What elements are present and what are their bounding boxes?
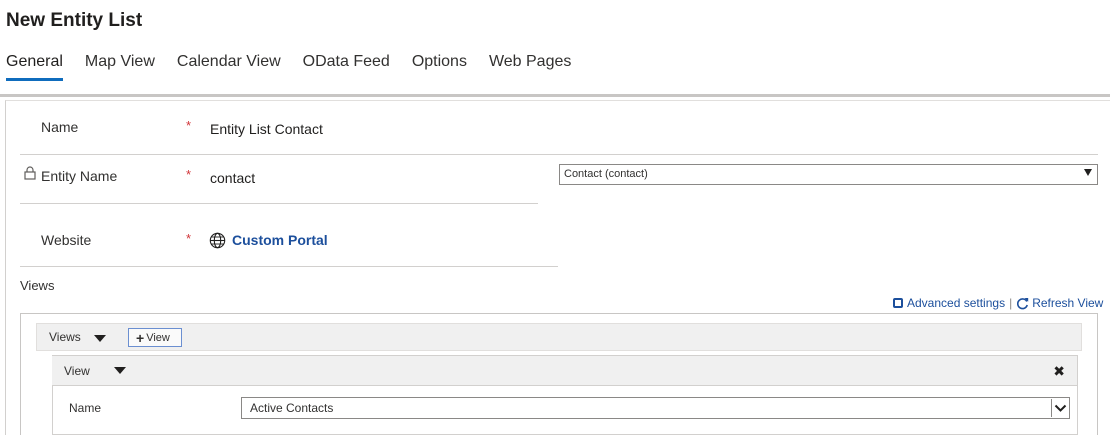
close-icon[interactable]: ✖: [1053, 363, 1065, 380]
toolbar-separator: |: [1009, 296, 1013, 310]
row-divider: [20, 154, 1098, 155]
row-divider: [20, 203, 538, 204]
view-name-select[interactable]: Active Contacts: [241, 397, 1070, 419]
website-label: Website: [41, 232, 92, 248]
row-divider: [20, 266, 558, 267]
entity-name-select-value: Contact (contact): [564, 168, 648, 180]
tab-options[interactable]: Options: [412, 53, 467, 81]
entity-name-select[interactable]: Contact (contact): [559, 164, 1098, 185]
name-field[interactable]: Entity List Contact: [210, 121, 323, 137]
tab-bar: General Map View Calendar View OData Fee…: [6, 53, 593, 81]
views-toolbar: Advanced settings | Refresh View: [893, 296, 1103, 310]
page-title: New Entity List: [6, 10, 143, 31]
globe-icon: [209, 232, 226, 249]
add-view-label: View: [146, 331, 170, 344]
caret-down-icon: [1084, 169, 1092, 176]
website-link[interactable]: Custom Portal: [232, 232, 328, 248]
views-bar-label: Views: [49, 330, 81, 344]
chevron-down-icon: [1051, 399, 1068, 417]
plus-icon: +: [136, 329, 145, 346]
view-name-label: Name: [69, 401, 102, 415]
lock-icon: [24, 166, 36, 180]
advanced-settings-link[interactable]: Advanced settings: [907, 296, 1005, 310]
views-bar: Views + View: [36, 323, 1082, 351]
tab-map-view[interactable]: Map View: [85, 53, 155, 81]
views-dropdown-icon[interactable]: [94, 335, 106, 342]
checkbox-square-icon: [893, 298, 903, 308]
entity-name-required-marker: *: [186, 167, 192, 182]
tab-calendar-view[interactable]: Calendar View: [177, 53, 281, 81]
entity-name-value[interactable]: contact: [210, 170, 255, 186]
tab-odata-feed[interactable]: OData Feed: [303, 53, 390, 81]
views-section-title: Views: [20, 278, 55, 293]
name-required-marker: *: [186, 118, 192, 133]
refresh-icon[interactable]: [1016, 297, 1029, 310]
refresh-view-link[interactable]: Refresh View: [1032, 296, 1103, 310]
name-label: Name: [41, 119, 79, 135]
tab-web-pages[interactable]: Web Pages: [489, 53, 571, 81]
tab-general[interactable]: General: [6, 53, 63, 81]
view-dropdown-icon[interactable]: [114, 367, 126, 374]
view-card-label: View: [64, 364, 90, 378]
header-divider: [0, 94, 1110, 97]
view-name-value: Active Contacts: [250, 401, 334, 415]
view-card-header: View ✖: [52, 356, 1077, 386]
website-required-marker: *: [186, 231, 192, 246]
entity-name-label: Entity Name: [41, 168, 118, 184]
add-view-button[interactable]: + View: [128, 328, 182, 347]
